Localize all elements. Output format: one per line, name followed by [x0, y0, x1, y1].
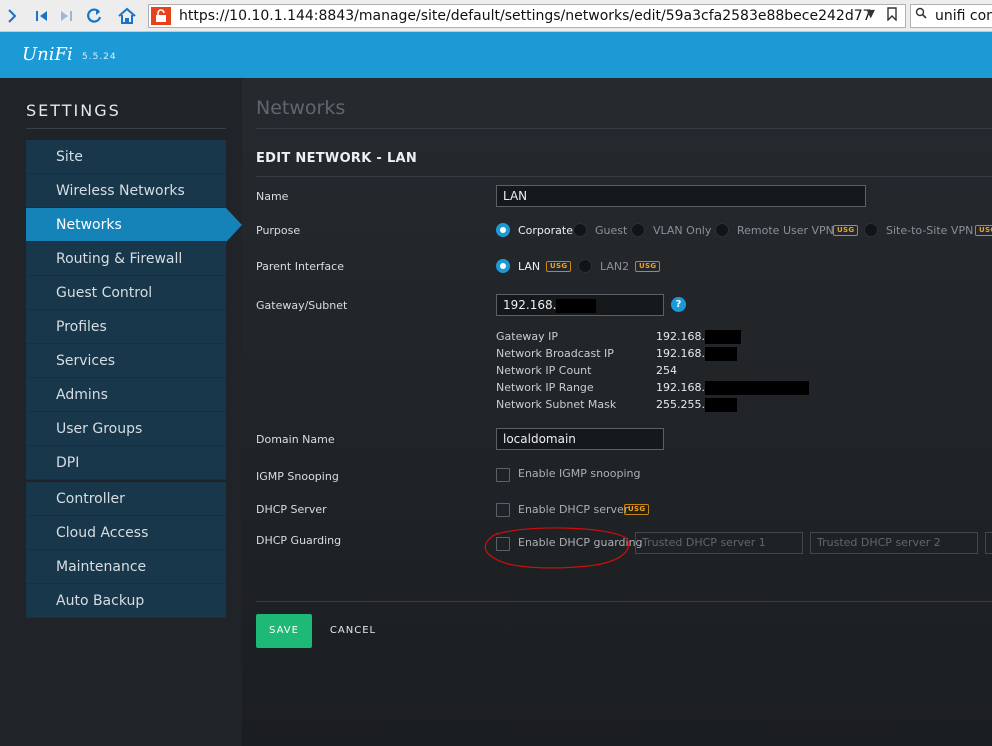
settings-title: SETTINGS — [26, 101, 121, 120]
info-key: Network IP Range — [496, 381, 594, 394]
domain-name-label: Domain Name — [256, 433, 335, 446]
app-version: 5.5.24 — [82, 52, 117, 62]
igmp-label: IGMP Snooping — [256, 470, 339, 483]
info-key: Network Subnet Mask — [496, 398, 617, 411]
divider — [256, 601, 992, 602]
app-header: UniFi 5.5.24 — [0, 32, 992, 78]
sidebar-item-networks[interactable]: Networks — [26, 208, 242, 242]
dhcp-server-checkbox[interactable] — [496, 503, 510, 517]
browser-search-field[interactable]: unifi cont — [910, 4, 992, 28]
purpose-remote-user-vpn-label[interactable]: Remote User VPN — [737, 224, 834, 237]
parent-lan2-radio[interactable] — [578, 259, 592, 273]
purpose-corporate-label[interactable]: Corporate — [518, 224, 573, 237]
sidebar-item-profiles[interactable]: Profiles — [26, 310, 226, 344]
cancel-button[interactable]: CANCEL — [328, 614, 378, 648]
dhcp-server-label: DHCP Server — [256, 503, 327, 516]
annotation-circle — [484, 527, 630, 569]
gateway-subnet-value: 192.168. — [503, 298, 557, 312]
back-icon[interactable] — [34, 6, 50, 26]
usg-badge: USG — [624, 504, 650, 515]
purpose-site-to-site-vpn-radio[interactable] — [864, 223, 878, 237]
purpose-vlan-only-radio[interactable] — [631, 223, 645, 237]
usg-badge: USG — [546, 261, 572, 272]
gateway-subnet-input[interactable]: 192.168. — [496, 294, 664, 316]
search-icon — [915, 7, 927, 25]
info-key: Gateway IP — [496, 330, 558, 343]
url-field[interactable]: https://10.10.1.144:8843/manage/site/def… — [148, 4, 906, 28]
purpose-remote-user-vpn-radio[interactable] — [715, 223, 729, 237]
trusted-dhcp-server-2-input[interactable]: Trusted DHCP server 2 — [810, 532, 978, 554]
settings-menu: Site Wireless Networks Networks Routing … — [26, 140, 242, 618]
reload-icon[interactable] — [84, 6, 104, 26]
sidebar-item-dpi[interactable]: DPI — [26, 446, 226, 480]
igmp-checkbox[interactable] — [496, 468, 510, 482]
sidebar-item-site[interactable]: Site — [26, 140, 226, 174]
unifi-logo[interactable]: UniFi — [22, 44, 73, 65]
parent-lan-radio[interactable] — [496, 259, 510, 273]
browser-toolbar: https://10.10.1.144:8843/manage/site/def… — [0, 0, 992, 32]
trusted-dhcp-server-3-input[interactable] — [985, 532, 992, 554]
info-value: 192.168. — [656, 381, 809, 395]
usg-badge: USG — [635, 261, 661, 272]
home-icon[interactable] — [116, 6, 138, 26]
purpose-label: Purpose — [256, 224, 301, 237]
name-input[interactable]: LAN — [496, 185, 866, 207]
gateway-subnet-label: Gateway/Subnet — [256, 299, 348, 312]
purpose-vlan-only-label[interactable]: VLAN Only — [653, 224, 711, 237]
divider — [256, 176, 992, 177]
sidebar-toggle-icon[interactable] — [4, 6, 20, 26]
redaction-block — [556, 298, 597, 313]
section-title: EDIT NETWORK - LAN — [256, 151, 418, 166]
sidebar-item-auto-backup[interactable]: Auto Backup — [26, 584, 226, 618]
sidebar-item-routing-firewall[interactable]: Routing & Firewall — [26, 242, 226, 276]
info-key: Network IP Count — [496, 364, 592, 377]
parent-lan2-label[interactable]: LAN2 — [600, 260, 629, 273]
name-label: Name — [256, 190, 289, 203]
bookmark-icon[interactable] — [887, 7, 897, 25]
info-value: 254 — [656, 364, 677, 377]
sidebar-item-cloud-access[interactable]: Cloud Access — [26, 516, 226, 550]
divider — [26, 128, 226, 129]
usg-badge: USG — [975, 225, 992, 236]
search-text[interactable]: unifi cont — [935, 8, 992, 24]
help-icon[interactable]: ? — [671, 297, 686, 312]
info-value: 192.168. — [656, 330, 741, 344]
forward-icon[interactable] — [58, 6, 74, 26]
parent-lan-label[interactable]: LAN — [518, 260, 540, 273]
igmp-checkbox-label[interactable]: Enable IGMP snooping — [518, 467, 641, 480]
parent-interface-label: Parent Interface — [256, 260, 344, 273]
purpose-corporate-radio[interactable] — [496, 223, 510, 237]
sidebar-item-admins[interactable]: Admins — [26, 378, 226, 412]
dhcp-guarding-label: DHCP Guarding — [256, 534, 342, 547]
purpose-guest-radio[interactable] — [573, 223, 587, 237]
url-dropdown-icon[interactable]: ▼ — [867, 7, 875, 20]
sidebar-item-guest-control[interactable]: Guest Control — [26, 276, 226, 310]
insecure-lock-icon[interactable] — [151, 7, 171, 25]
main-content: Networks EDIT NETWORK - LAN Name LAN Pur… — [242, 78, 992, 746]
settings-sidebar: SETTINGS Site Wireless Networks Networks… — [0, 78, 242, 746]
purpose-site-to-site-vpn-label[interactable]: Site-to-Site VPN — [886, 224, 973, 237]
usg-badge: USG — [833, 225, 859, 236]
purpose-guest-label[interactable]: Guest — [595, 224, 627, 237]
url-text[interactable]: https://10.10.1.144:8843/manage/site/def… — [179, 8, 872, 24]
save-button[interactable]: SAVE — [256, 614, 312, 648]
info-value: 192.168. — [656, 347, 737, 361]
trusted-dhcp-server-1-input[interactable]: Trusted DHCP server 1 — [635, 532, 803, 554]
page-title: Networks — [256, 97, 346, 119]
sidebar-item-controller[interactable]: Controller — [26, 482, 226, 516]
divider — [256, 128, 992, 129]
sidebar-item-services[interactable]: Services — [26, 344, 226, 378]
info-value: 255.255. — [656, 398, 737, 412]
dhcp-server-checkbox-label[interactable]: Enable DHCP server — [518, 503, 628, 516]
domain-name-input[interactable]: localdomain — [496, 428, 664, 450]
info-key: Network Broadcast IP — [496, 347, 614, 360]
sidebar-item-user-groups[interactable]: User Groups — [26, 412, 226, 446]
sidebar-item-maintenance[interactable]: Maintenance — [26, 550, 226, 584]
sidebar-item-wireless-networks[interactable]: Wireless Networks — [26, 174, 226, 208]
